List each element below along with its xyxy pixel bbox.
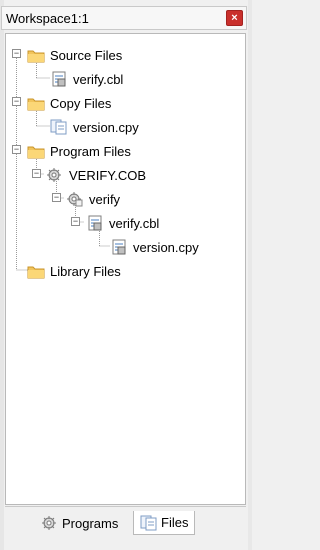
tree-node-label: Program Files <box>50 143 131 159</box>
panel-title-bar[interactable]: Workspace1:1 × <box>1 6 247 30</box>
verify-cbl-expander[interactable]: − <box>71 217 80 226</box>
source-file-icon <box>50 71 68 87</box>
tree-node-label: Source Files <box>50 47 123 63</box>
source-files-expander[interactable]: − <box>12 49 21 58</box>
minus-icon: − <box>72 216 79 226</box>
panel-tab-bar: Programs Files <box>5 506 246 536</box>
tab-files[interactable]: Files <box>133 511 196 535</box>
gear-icon <box>41 515 59 531</box>
verify-cob-expander[interactable]: − <box>32 169 41 178</box>
workspace-tree[interactable]: − Source Files verify.cbl − Copy Files v… <box>5 33 246 505</box>
tree-node-label: verify.cbl <box>73 71 124 87</box>
program-files-expander[interactable]: − <box>12 145 21 154</box>
minus-icon: − <box>13 48 20 58</box>
minus-icon: − <box>53 192 60 202</box>
tree-node-label: verify.cbl <box>109 215 160 231</box>
minus-icon: − <box>13 96 20 106</box>
program-gear-icon <box>46 167 64 183</box>
tree-node-copy-files[interactable]: Copy Files <box>27 93 111 113</box>
workspace-panel: Workspace1:1 × − Source Files verify.cbl… <box>0 0 252 550</box>
files-icon <box>140 515 158 531</box>
tab-label: Programs <box>62 515 119 531</box>
copy-files-expander[interactable]: − <box>12 97 21 106</box>
tree-node-label: version.cpy <box>73 119 139 135</box>
tree-node-source-files[interactable]: Source Files <box>27 45 122 65</box>
folder-icon <box>27 95 45 111</box>
tree-node-label: Library Files <box>50 263 121 279</box>
tab-programs[interactable]: Programs <box>35 511 124 535</box>
tree-node-program-files[interactable]: Program Files <box>27 141 131 161</box>
source-file-icon <box>110 239 128 255</box>
minus-icon: − <box>33 168 40 178</box>
source-file-icon <box>86 215 104 231</box>
tree-node-version-cpy[interactable]: version.cpy <box>50 117 139 137</box>
tree-node-verify-cob[interactable]: VERIFY.COB <box>46 165 146 185</box>
tree-node-label: version.cpy <box>133 239 199 255</box>
tree-node-verify-cbl[interactable]: verify.cbl <box>50 69 123 89</box>
folder-icon <box>27 263 45 279</box>
panel-right-edge <box>248 0 252 550</box>
tree-node-verify-cbl-child[interactable]: verify.cbl <box>86 213 159 233</box>
tree-node-label: verify <box>89 191 121 207</box>
tree-node-verify-program[interactable]: verify <box>66 189 120 209</box>
panel-left-edge <box>0 0 4 550</box>
verify-program-expander[interactable]: − <box>52 193 61 202</box>
minus-icon: − <box>13 144 20 154</box>
copy-file-icon <box>50 119 68 135</box>
close-button[interactable]: × <box>226 10 243 26</box>
tree-node-label: Copy Files <box>50 95 112 111</box>
folder-icon <box>27 143 45 159</box>
folder-icon <box>27 47 45 63</box>
tab-label: Files <box>161 515 189 530</box>
close-icon: × <box>231 12 238 24</box>
tree-node-label: VERIFY.COB <box>69 167 147 183</box>
tree-node-library-files[interactable]: Library Files <box>27 261 121 281</box>
tree-node-version-cpy-child[interactable]: version.cpy <box>110 237 199 257</box>
program-gear-icon <box>66 191 84 207</box>
panel-title: Workspace1:1 <box>6 11 89 26</box>
